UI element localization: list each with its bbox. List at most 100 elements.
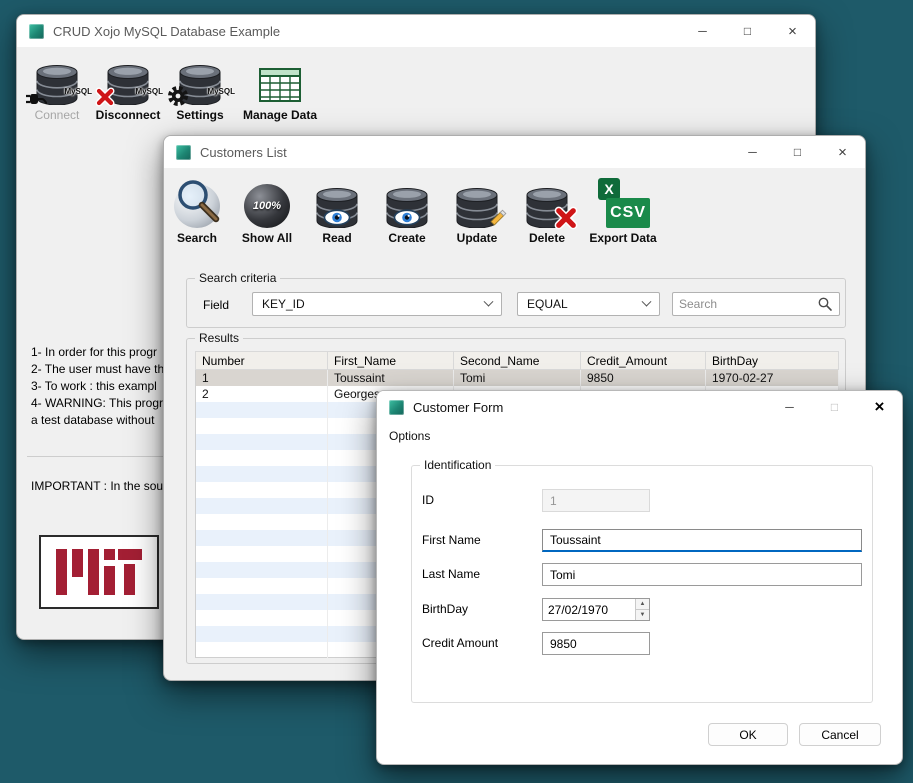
table-cell[interactable]: 2 xyxy=(196,386,328,402)
close-icon[interactable]: × xyxy=(857,391,902,423)
first-name-field[interactable] xyxy=(542,529,862,552)
menu-options[interactable]: Options xyxy=(382,429,437,443)
table-cell-empty xyxy=(196,530,328,546)
show-all-button[interactable]: 100% Show All xyxy=(236,178,298,245)
export-data-label: Export Data xyxy=(589,231,656,245)
table-cell[interactable]: 1970-02-27 xyxy=(706,370,839,386)
maximize-icon[interactable]: □ xyxy=(812,391,857,423)
mysql-badge: MySQL xyxy=(207,87,235,96)
mit-logo-icon xyxy=(56,549,142,595)
column-header-first-name[interactable]: First_Name xyxy=(328,352,454,370)
column-header-birthday[interactable]: BirthDay xyxy=(706,352,839,370)
field-select-value: KEY_ID xyxy=(262,297,305,311)
search-button[interactable]: Search xyxy=(166,178,228,245)
pencil-icon xyxy=(486,208,508,230)
window-icon xyxy=(176,145,191,160)
note-line: a test database without xyxy=(31,413,164,427)
read-label: Read xyxy=(322,231,351,245)
credit-amount-label: Credit Amount xyxy=(422,636,498,650)
search-field[interactable] xyxy=(672,292,840,316)
create-button[interactable]: Create xyxy=(376,178,438,245)
maximize-icon[interactable]: □ xyxy=(725,15,770,47)
customers-window-title: Customers List xyxy=(200,145,287,160)
delete-button[interactable]: Delete xyxy=(516,178,578,245)
connect-button[interactable]: MySQL Connect xyxy=(25,55,89,122)
gear-icon xyxy=(167,85,189,107)
minimize-icon[interactable]: ─ xyxy=(767,391,812,423)
search-icon xyxy=(817,296,833,312)
spin-up-icon[interactable]: ▲ xyxy=(636,599,649,610)
settings-button[interactable]: MySQL Settings xyxy=(167,55,233,122)
mysql-badge: MySQL xyxy=(64,87,92,96)
identification-group: Identification ID First Name Last Name B… xyxy=(411,465,873,703)
main-window-titlebar[interactable]: CRUD Xojo MySQL Database Example ─ □ × xyxy=(17,15,815,47)
export-data-button[interactable]: X CSV Export Data xyxy=(586,178,660,245)
note-line: 1- In order for this progr xyxy=(31,345,164,359)
table-row[interactable]: 1ToussaintTomi98501970-02-27 xyxy=(196,370,839,386)
column-header-number[interactable]: Number xyxy=(196,352,328,370)
note-line: 4- WARNING: This progr xyxy=(31,396,164,410)
window-controls: ─ □ × xyxy=(680,15,815,47)
menu-bar: Options xyxy=(377,423,902,449)
cancel-button[interactable]: Cancel xyxy=(799,723,881,746)
customer-form-window: Customer Form ─ □ × Options Identificati… xyxy=(376,390,903,765)
maximize-icon[interactable]: □ xyxy=(775,136,820,168)
settings-label: Settings xyxy=(176,108,223,122)
table-cell-empty xyxy=(196,482,328,498)
update-label: Update xyxy=(457,231,498,245)
search-label: Search xyxy=(177,231,217,245)
chevron-down-icon xyxy=(484,296,494,306)
table-cell-empty xyxy=(196,498,328,514)
mysql-badge: MySQL xyxy=(135,87,163,96)
delete-label: Delete xyxy=(529,231,565,245)
table-cell-empty xyxy=(196,642,328,658)
ok-button[interactable]: OK xyxy=(708,723,788,746)
read-button[interactable]: Read xyxy=(306,178,368,245)
minimize-icon[interactable]: ─ xyxy=(680,15,725,47)
search-input[interactable] xyxy=(679,297,817,311)
important-note: IMPORTANT : In the sou xyxy=(31,479,163,493)
operator-select[interactable]: EQUAL xyxy=(517,292,660,316)
identification-legend: Identification xyxy=(420,458,495,472)
minimize-icon[interactable]: ─ xyxy=(730,136,775,168)
update-button[interactable]: Update xyxy=(446,178,508,245)
birthday-field[interactable]: ▲ ▼ xyxy=(542,598,650,621)
table-cell-empty xyxy=(196,546,328,562)
field-select[interactable]: KEY_ID xyxy=(252,292,502,316)
csv-badge: CSV xyxy=(606,198,650,228)
table-cell[interactable]: 1 xyxy=(196,370,328,386)
table-cell[interactable]: Toussaint xyxy=(328,370,454,386)
last-name-field[interactable] xyxy=(542,563,862,586)
birthday-label: BirthDay xyxy=(422,602,468,616)
main-toolbar: MySQL Connect MySQL Disconnect xyxy=(25,55,323,122)
birthday-input[interactable] xyxy=(543,599,635,620)
column-header-credit-amount[interactable]: Credit_Amount xyxy=(581,352,706,370)
table-header-row: Number First_Name Second_Name Credit_Amo… xyxy=(196,352,839,370)
table-cell[interactable]: Tomi xyxy=(454,370,581,386)
table-cell-empty xyxy=(196,626,328,642)
form-window-titlebar[interactable]: Customer Form ─ □ × xyxy=(377,391,902,423)
show-all-label: Show All xyxy=(242,231,292,245)
search-criteria-legend: Search criteria xyxy=(195,271,280,285)
table-cell[interactable]: 9850 xyxy=(581,370,706,386)
credit-amount-field[interactable] xyxy=(542,632,650,655)
table-cell-empty xyxy=(196,450,328,466)
table-cell-empty xyxy=(196,610,328,626)
close-icon[interactable]: × xyxy=(770,15,815,47)
eye-icon xyxy=(323,209,351,226)
disconnect-button[interactable]: MySQL Disconnect xyxy=(93,55,163,122)
spin-down-icon[interactable]: ▼ xyxy=(636,610,649,620)
first-name-label: First Name xyxy=(422,533,481,547)
customers-window-titlebar[interactable]: Customers List ─ □ × xyxy=(164,136,865,168)
close-icon[interactable]: × xyxy=(820,136,865,168)
column-header-second-name[interactable]: Second_Name xyxy=(454,352,581,370)
note-line: 3- To work : this exampl xyxy=(31,379,164,393)
100-percent-badge: 100% xyxy=(253,200,281,212)
disconnect-label: Disconnect xyxy=(96,108,161,122)
last-name-label: Last Name xyxy=(422,567,480,581)
excel-csv-icon: X CSV xyxy=(596,178,650,228)
manage-data-label: Manage Data xyxy=(243,108,317,122)
form-window-title: Customer Form xyxy=(413,400,503,415)
manage-data-button[interactable]: Manage Data xyxy=(237,55,323,122)
search-criteria-group: Search criteria Field KEY_ID EQUAL xyxy=(186,278,846,328)
